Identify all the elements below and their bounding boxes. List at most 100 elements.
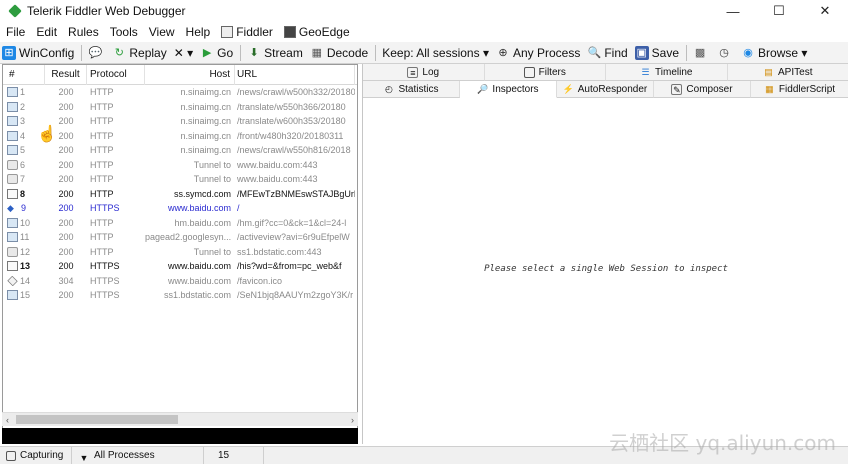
tab-autoresponder[interactable]: ⚡ AutoResponder — [557, 81, 654, 98]
image-icon — [7, 232, 18, 243]
menu-fiddler[interactable]: Fiddler — [221, 25, 273, 39]
table-row[interactable]: 15 200 HTTPS ss1.bdstatic.com/SeN1bjq8AAUYm… — [3, 288, 357, 303]
table-row[interactable]: 2 200 HTTP n.sinaimg.cn/translate/w550h366/… — [3, 100, 357, 115]
save-icon: ▣ — [634, 45, 649, 60]
inspector-pane: ≡ Log Filters ☰ Timeline ▤ APITest ◴ Statist… — [362, 64, 848, 444]
remove-button[interactable]: ✕ ▾ — [174, 46, 193, 60]
tab-statistics[interactable]: ◴ Statistics — [363, 81, 460, 98]
session-host: hm.baidu.com — [174, 217, 231, 228]
table-row[interactable]: 10 200 HTTP hm.baidu.com/hm.gif?cc=0&ck=1&c… — [3, 216, 357, 231]
statistics-icon: ◴ — [385, 83, 393, 94]
session-number: 13 — [3, 261, 45, 272]
tab-fiddlerscript[interactable]: ▦ FiddlerScript — [751, 81, 848, 98]
window-controls: — ☐ ✕ — [710, 0, 848, 22]
column-host[interactable]: Host — [145, 64, 235, 85]
session-number: 2 — [3, 101, 45, 112]
keep-sessions-dropdown[interactable]: Keep: All sessions ▾ — [382, 46, 489, 60]
fiddler-icon — [221, 26, 234, 38]
browse-button[interactable]: ◉ Browse ▾ — [741, 46, 807, 60]
sessions-rows: 1 200 HTTP n.sinaimg.cn/news/crawl/w500h332… — [3, 85, 357, 303]
session-protocol: HTTP — [90, 188, 114, 199]
session-protocol: HTTP — [90, 246, 114, 257]
find-button[interactable]: 🔍 Find — [587, 46, 627, 60]
table-row[interactable]: 8 200 HTTP ss.symcd.com/MFEwTzBNMEswSTAJBgU… — [3, 187, 357, 202]
minimize-button[interactable]: — — [710, 0, 756, 22]
stream-icon: ⬇ — [249, 46, 259, 59]
maximize-button[interactable]: ☐ — [756, 0, 802, 22]
session-url: /his?wd=&from=pc_web&f — [237, 261, 342, 272]
tab-timeline[interactable]: ☰ Timeline — [606, 64, 728, 81]
close-button[interactable]: ✕ — [802, 0, 848, 22]
table-row[interactable]: 11 200 HTTP pagead2.googlesyn... /activeview… — [3, 230, 357, 245]
screenshot-button[interactable]: ▩ — [693, 46, 710, 60]
session-protocol: HTTPS — [90, 261, 120, 272]
tab-apitest[interactable]: ▤ APITest — [727, 64, 848, 81]
replay-button[interactable]: ↻ Replay — [112, 46, 167, 60]
filter-icon: ▼ — [79, 452, 89, 463]
table-row[interactable]: 5 200 HTTP n.sinaimg.cn/news/crawl/w550h816… — [3, 143, 357, 158]
session-result: 200 — [58, 232, 74, 243]
stream-button[interactable]: ⬇ Stream — [247, 46, 303, 60]
menu-tools[interactable]: Tools — [110, 25, 138, 39]
image-icon — [7, 145, 18, 156]
quickexec-input[interactable] — [2, 428, 358, 444]
session-url: /translate/w600h353/20180 — [237, 116, 346, 127]
scroll-right-icon[interactable]: › — [351, 413, 354, 427]
winconfig-button[interactable]: ⊞ WinConfig — [2, 45, 75, 60]
menu-rules[interactable]: Rules — [68, 25, 99, 39]
tab-composer[interactable]: ✎ Composer — [654, 81, 751, 98]
process-filter[interactable]: ▼ All Processes — [72, 446, 204, 464]
tab-inspectors-label: Inspectors — [492, 83, 539, 95]
menu-file[interactable]: File — [6, 25, 25, 39]
tab-log[interactable]: ≡ Log — [363, 64, 485, 81]
column-result[interactable]: Result — [45, 64, 87, 85]
decode-button[interactable]: ▦ Decode — [310, 45, 369, 60]
horizontal-scrollbar[interactable]: ‹ › — [2, 412, 358, 426]
scrollbar-thumb[interactable] — [16, 415, 178, 424]
timer-button[interactable]: ◷ — [717, 46, 734, 60]
session-host: Tunnel to — [193, 159, 231, 170]
column-url[interactable]: URL — [235, 64, 355, 85]
menu-geoedge[interactable]: GeoEdge — [283, 25, 350, 39]
image-icon — [7, 101, 18, 112]
filters-icon — [523, 66, 535, 78]
menu-edit[interactable]: Edit — [36, 25, 57, 39]
column-protocol[interactable]: Protocol — [87, 64, 145, 85]
table-row[interactable]: 12 200 HTTP Tunnel to ss1.bdstatic.com:443 — [3, 245, 357, 260]
sessions-list[interactable]: # Result Protocol Host URL 1 200 HTTP n.sin… — [2, 64, 358, 444]
menu-help[interactable]: Help — [186, 25, 211, 39]
table-row[interactable]: 13 200 HTTPS www.baidu.com/his?wd=&from=pc_… — [3, 259, 357, 274]
winconfig-label: WinConfig — [19, 45, 75, 60]
menu-view[interactable]: View — [149, 25, 175, 39]
session-protocol: HTTP — [90, 130, 114, 141]
tab-log-label: Log — [422, 66, 440, 78]
tab-timeline-label: Timeline — [655, 66, 693, 78]
table-row[interactable]: 14 304 HTTPS www.baidu.com/favicon.ico — [3, 274, 357, 289]
decode-label: Decode — [326, 45, 369, 60]
window-title: Telerik Fiddler Web Debugger — [27, 4, 186, 18]
geoedge-icon — [283, 26, 296, 38]
tab-filters[interactable]: Filters — [484, 64, 606, 81]
tab-inspectors[interactable]: 🔎 Inspectors — [460, 81, 557, 98]
any-process-button[interactable]: ⊕ Any Process — [496, 46, 580, 60]
session-result: 200 — [58, 246, 74, 257]
table-row[interactable]: ◆ 9 200 HTTPS www.baidu.com / — [3, 201, 357, 216]
comment-button[interactable]: 💬 — [88, 46, 105, 60]
image-icon — [7, 87, 18, 98]
session-number: 10 — [3, 217, 45, 228]
session-host: www.baidu.com — [167, 275, 231, 286]
session-number-text: 7 — [20, 174, 26, 185]
session-number: 11 — [3, 232, 45, 243]
table-row[interactable]: 6 200 HTTP Tunnel to www.baidu.com:443 — [3, 158, 357, 173]
scroll-left-icon[interactable]: ‹ — [6, 413, 9, 427]
go-button[interactable]: ▶ Go — [200, 46, 233, 60]
session-number-text: 3 — [20, 116, 26, 127]
crosshair-icon: ⊕ — [498, 46, 508, 59]
table-row[interactable]: 1 200 HTTP n.sinaimg.cn/news/crawl/w500h332… — [3, 85, 357, 100]
capturing-toggle[interactable]: Capturing — [0, 446, 72, 464]
column-number[interactable]: # — [3, 64, 45, 85]
save-button[interactable]: ▣ Save — [634, 45, 679, 60]
session-result: 200 — [58, 188, 74, 199]
clock-icon: ◷ — [719, 46, 729, 59]
table-row[interactable]: 7 200 HTTP Tunnel to www.baidu.com:443 — [3, 172, 357, 187]
